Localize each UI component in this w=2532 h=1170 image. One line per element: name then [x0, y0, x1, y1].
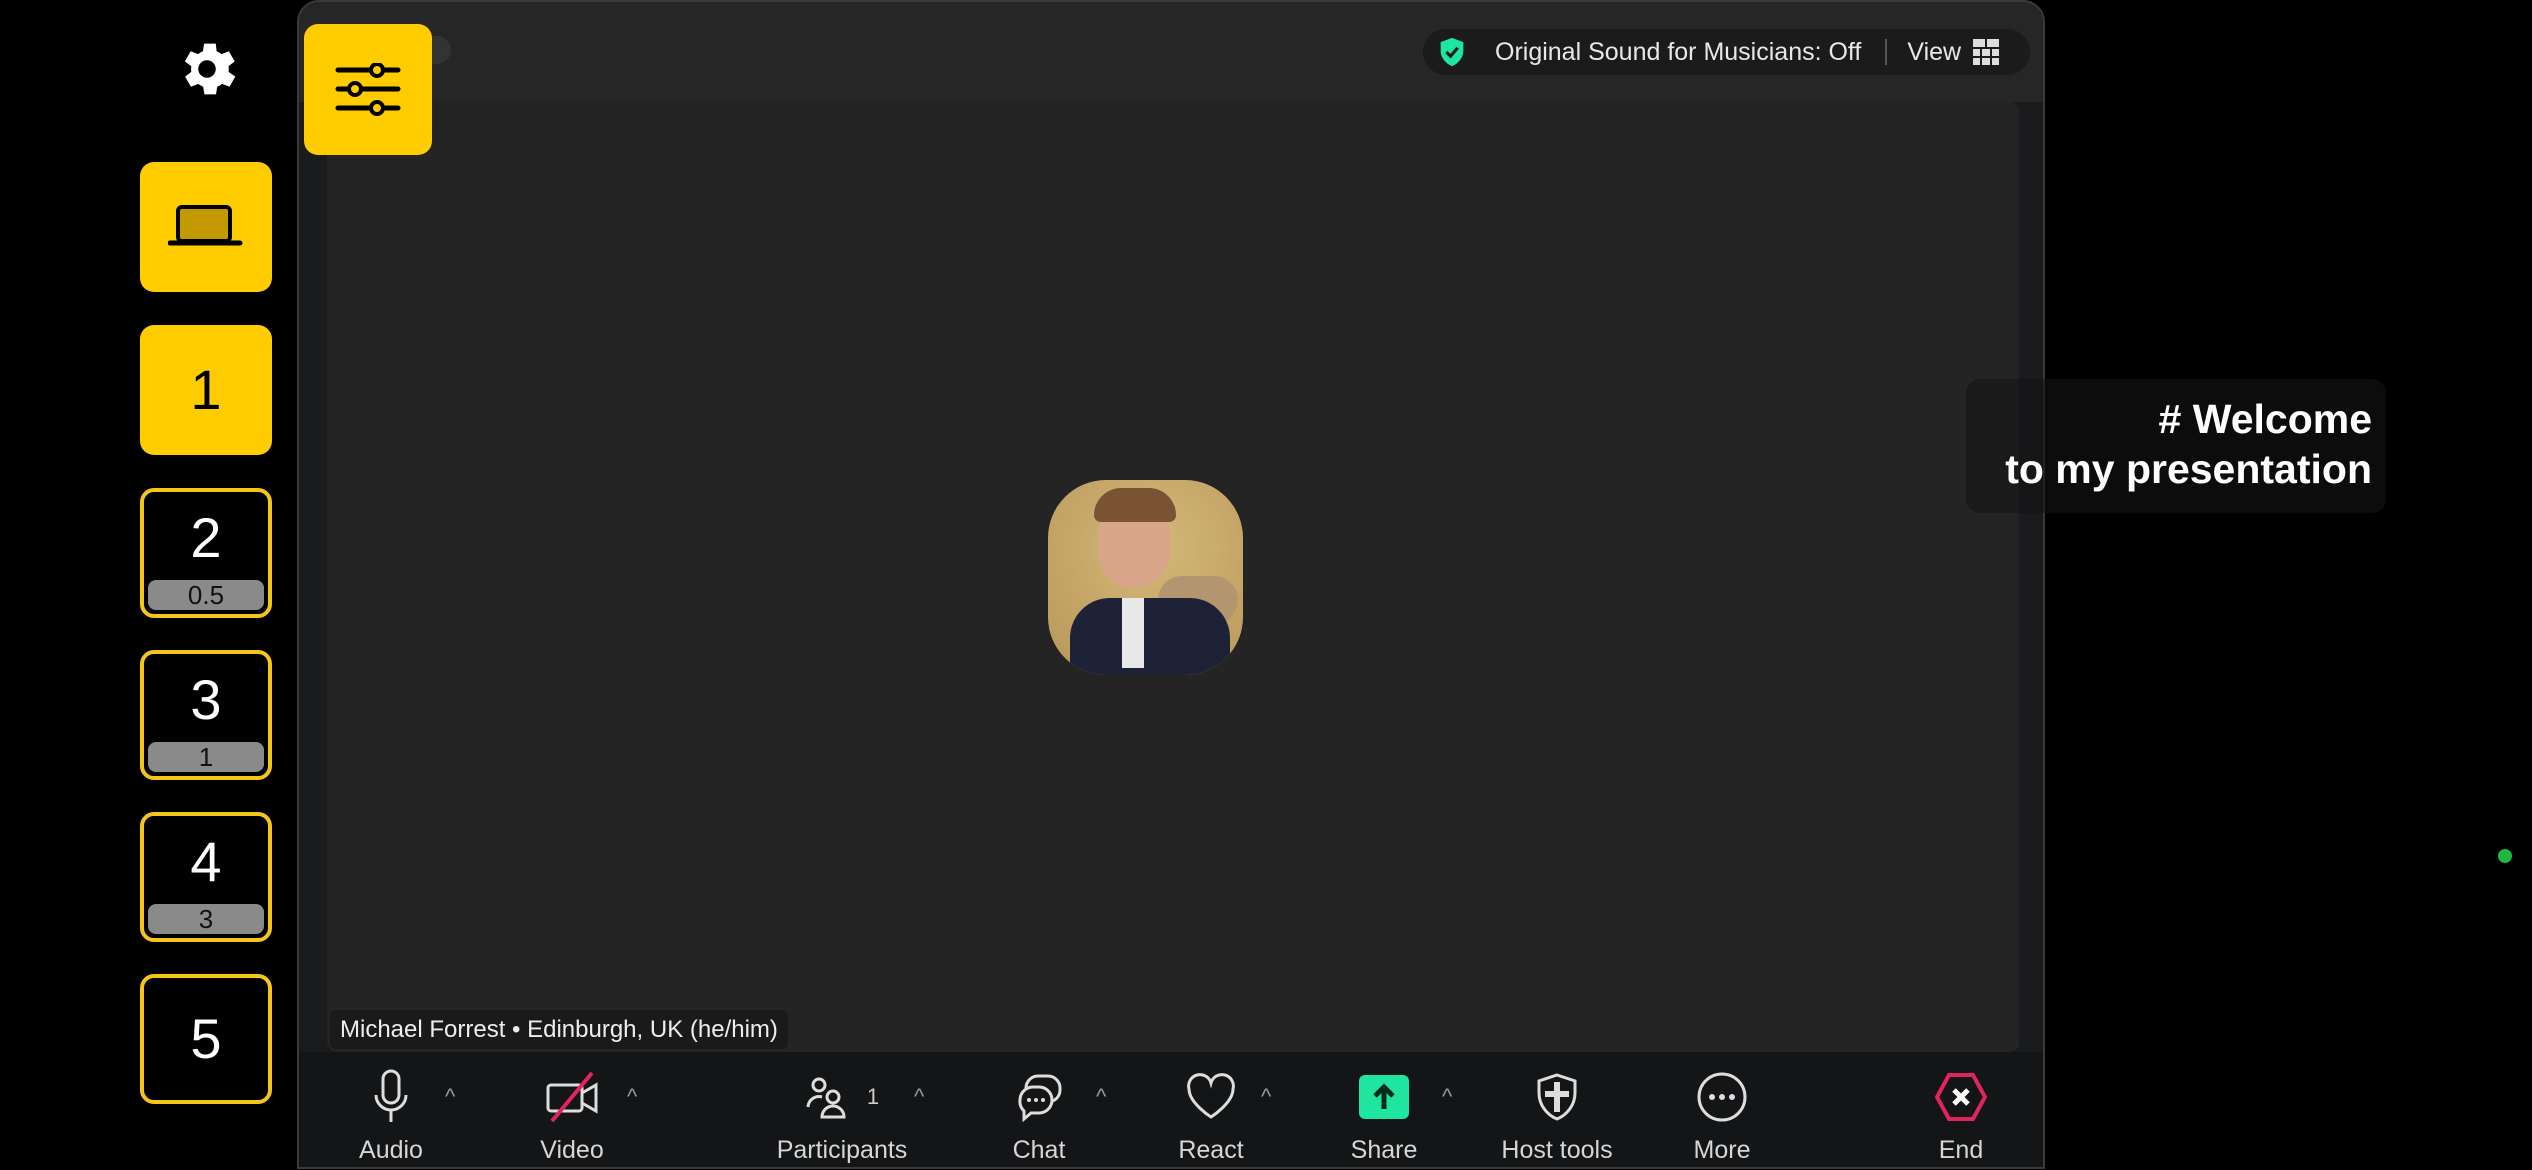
chat-label: Chat	[1012, 1136, 1066, 1164]
audio-label: Audio	[359, 1136, 423, 1164]
slide-badge: 0.5	[148, 580, 264, 610]
react-options-caret[interactable]: ^	[1261, 1084, 1271, 1110]
microphone-icon	[374, 1069, 408, 1122]
status-dot	[2498, 849, 2512, 863]
more-icon	[1697, 1072, 1747, 1122]
participants-icon	[806, 1077, 846, 1119]
slide-badge: 1	[148, 742, 264, 772]
slide-button-4[interactable]: 4 3	[140, 812, 272, 942]
participants-label: Participants	[776, 1136, 908, 1164]
react-button[interactable]: React	[1111, 1062, 1311, 1165]
end-button[interactable]: End	[1861, 1062, 2043, 1165]
shield-check-icon	[1440, 37, 1464, 67]
avatar-shirt	[1122, 598, 1144, 668]
view-label: View	[1907, 37, 1962, 66]
chat-icon	[1018, 1074, 1062, 1122]
original-sound-indicator[interactable]: Original Sound for Musicians: Off View	[1423, 29, 2030, 75]
slide-button-3[interactable]: 3 1	[140, 650, 272, 780]
share-screen-icon	[1359, 1075, 1409, 1119]
audio-options-caret[interactable]: ^	[445, 1084, 455, 1110]
laptop-icon	[168, 205, 243, 246]
slide-number: 5	[190, 1007, 222, 1070]
participant-name-label: Michael Forrest • Edinburgh, UK (he/him)	[330, 1010, 788, 1049]
view-button[interactable]: View	[1907, 37, 2000, 67]
title-line-2: to my presentation	[2005, 446, 2372, 492]
laptop-button[interactable]	[140, 162, 272, 292]
video-area: Michael Forrest • Edinburgh, UK (he/him)	[327, 102, 2019, 1052]
chat-options-caret[interactable]: ^	[1096, 1084, 1106, 1110]
host-shield-icon	[1537, 1073, 1577, 1121]
share-label: Share	[1350, 1136, 1418, 1164]
video-label: Video	[540, 1136, 604, 1164]
slide-button-5[interactable]: 5	[140, 974, 272, 1104]
settings-button[interactable]	[172, 34, 242, 104]
slide-number: 2	[190, 506, 222, 569]
slide-number: 1	[190, 358, 222, 421]
video-options-caret[interactable]: ^	[627, 1084, 637, 1110]
participants-options-caret[interactable]: ^	[914, 1084, 924, 1110]
end-label: End	[1938, 1136, 1984, 1164]
adjustments-button[interactable]	[304, 24, 432, 155]
slide-button-1[interactable]: 1	[140, 325, 272, 455]
audio-button[interactable]: Audio	[299, 1062, 491, 1165]
more-button[interactable]: More	[1622, 1062, 1822, 1165]
participants-count: 1	[866, 1084, 880, 1109]
video-button[interactable]: Video	[472, 1062, 672, 1165]
slide-button-2[interactable]: 2 0.5	[140, 488, 272, 618]
meeting-toolbar: Audio ^ Video ^ 1 Participants ^ Chat ^ …	[299, 1052, 2043, 1167]
avatar-hair	[1094, 488, 1176, 522]
share-options-caret[interactable]: ^	[1442, 1084, 1452, 1110]
divider	[1885, 39, 1888, 65]
slide-badge: 3	[148, 904, 264, 934]
chat-button[interactable]: Chat	[939, 1062, 1139, 1165]
gear-icon	[184, 43, 236, 95]
sliders-icon	[335, 62, 401, 116]
share-button[interactable]: Share	[1284, 1062, 1484, 1165]
title-line-1: # Welcome	[2158, 396, 2372, 442]
participants-button[interactable]: 1 Participants	[742, 1062, 942, 1165]
grid-icon	[1973, 39, 2000, 65]
participant-avatar	[1048, 480, 1243, 675]
meeting-top-bar: Original Sound for Musicians: Off View	[299, 2, 2043, 102]
presentation-title: # Welcome to my presentation	[1960, 394, 2372, 494]
avatar-coat	[1070, 598, 1230, 675]
original-sound-label: Original Sound for Musicians: Off	[1495, 37, 1862, 66]
video-off-icon	[546, 1071, 598, 1123]
slide-number: 4	[190, 830, 222, 893]
heart-icon	[1187, 1073, 1235, 1119]
slide-number: 3	[190, 668, 222, 731]
react-label: React	[1178, 1136, 1244, 1164]
end-icon	[1935, 1073, 1987, 1121]
more-label: More	[1693, 1136, 1751, 1164]
meeting-window: Original Sound for Musicians: Off View M…	[297, 0, 2045, 1169]
